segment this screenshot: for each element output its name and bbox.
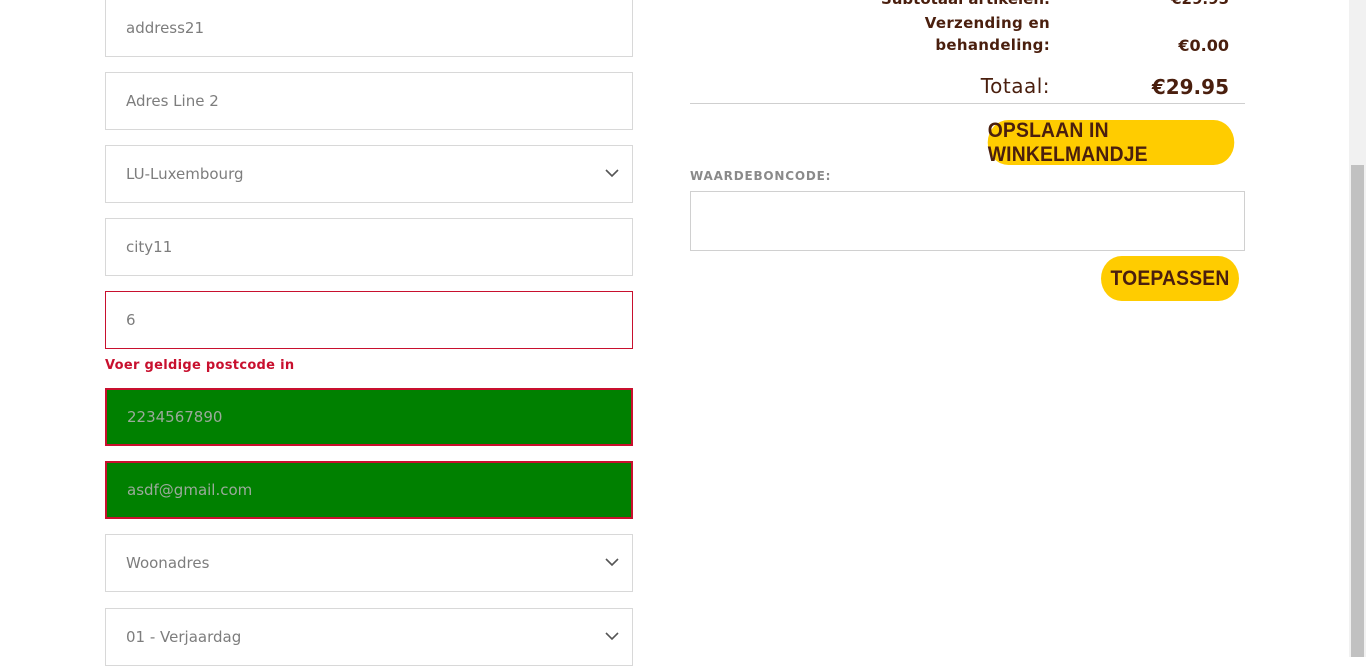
subtotal-value: €29.95 bbox=[1171, 0, 1229, 8]
address-type-value: Woonadres bbox=[126, 554, 210, 572]
apply-voucher-button[interactable]: TOEPASSEN bbox=[1101, 256, 1239, 301]
birthday-value: 01 - Verjaardag bbox=[126, 628, 242, 646]
email-input[interactable]: asdf@gmail.com bbox=[105, 461, 633, 519]
shipping-label-line-2: behandeling: bbox=[935, 36, 1050, 54]
voucher-label: WAARDEBONCODE: bbox=[690, 169, 832, 183]
phone-value: 2234567890 bbox=[127, 408, 223, 426]
postcode-value: 6 bbox=[126, 311, 136, 329]
email-value: asdf@gmail.com bbox=[127, 481, 253, 499]
city-value: city11 bbox=[126, 238, 173, 256]
country-value: LU-Luxembourg bbox=[126, 165, 244, 183]
shipping-label-line-1: Verzending en bbox=[924, 14, 1050, 32]
address-line-2-input[interactable]: Adres Line 2 bbox=[105, 72, 633, 130]
voucher-code-input[interactable] bbox=[690, 191, 1245, 251]
total-value: €29.95 bbox=[1151, 75, 1229, 99]
save-to-cart-button[interactable]: OPSLAAN IN WINKELMANDJE bbox=[987, 119, 1235, 166]
scrollbar-thumb[interactable] bbox=[1351, 165, 1364, 657]
address-type-select[interactable]: Woonadres bbox=[105, 534, 633, 592]
postcode-error-message: Voer geldige postcode in bbox=[105, 358, 295, 373]
address-line-1-input[interactable]: address21 bbox=[105, 0, 633, 57]
total-label: Totaal: bbox=[980, 74, 1050, 98]
postcode-input[interactable]: 6 bbox=[105, 291, 633, 349]
shipping-value: €0.00 bbox=[1178, 36, 1229, 55]
chevron-down-icon bbox=[605, 632, 619, 641]
shipping-label: Verzending en behandeling: bbox=[925, 12, 1050, 56]
page-scrollbar[interactable] bbox=[1349, 0, 1366, 657]
city-input[interactable]: city11 bbox=[105, 218, 633, 276]
address-line-2-placeholder: Adres Line 2 bbox=[126, 92, 219, 110]
birthday-select[interactable]: 01 - Verjaardag bbox=[105, 608, 633, 666]
subtotal-label: Subtotaal artikelen: bbox=[881, 0, 1050, 8]
chevron-down-icon bbox=[605, 169, 619, 178]
country-select[interactable]: LU-Luxembourg bbox=[105, 145, 633, 203]
summary-divider bbox=[690, 103, 1245, 104]
address-line-1-value: address21 bbox=[126, 19, 205, 37]
phone-input[interactable]: 2234567890 bbox=[105, 388, 633, 446]
chevron-down-icon bbox=[605, 558, 619, 567]
